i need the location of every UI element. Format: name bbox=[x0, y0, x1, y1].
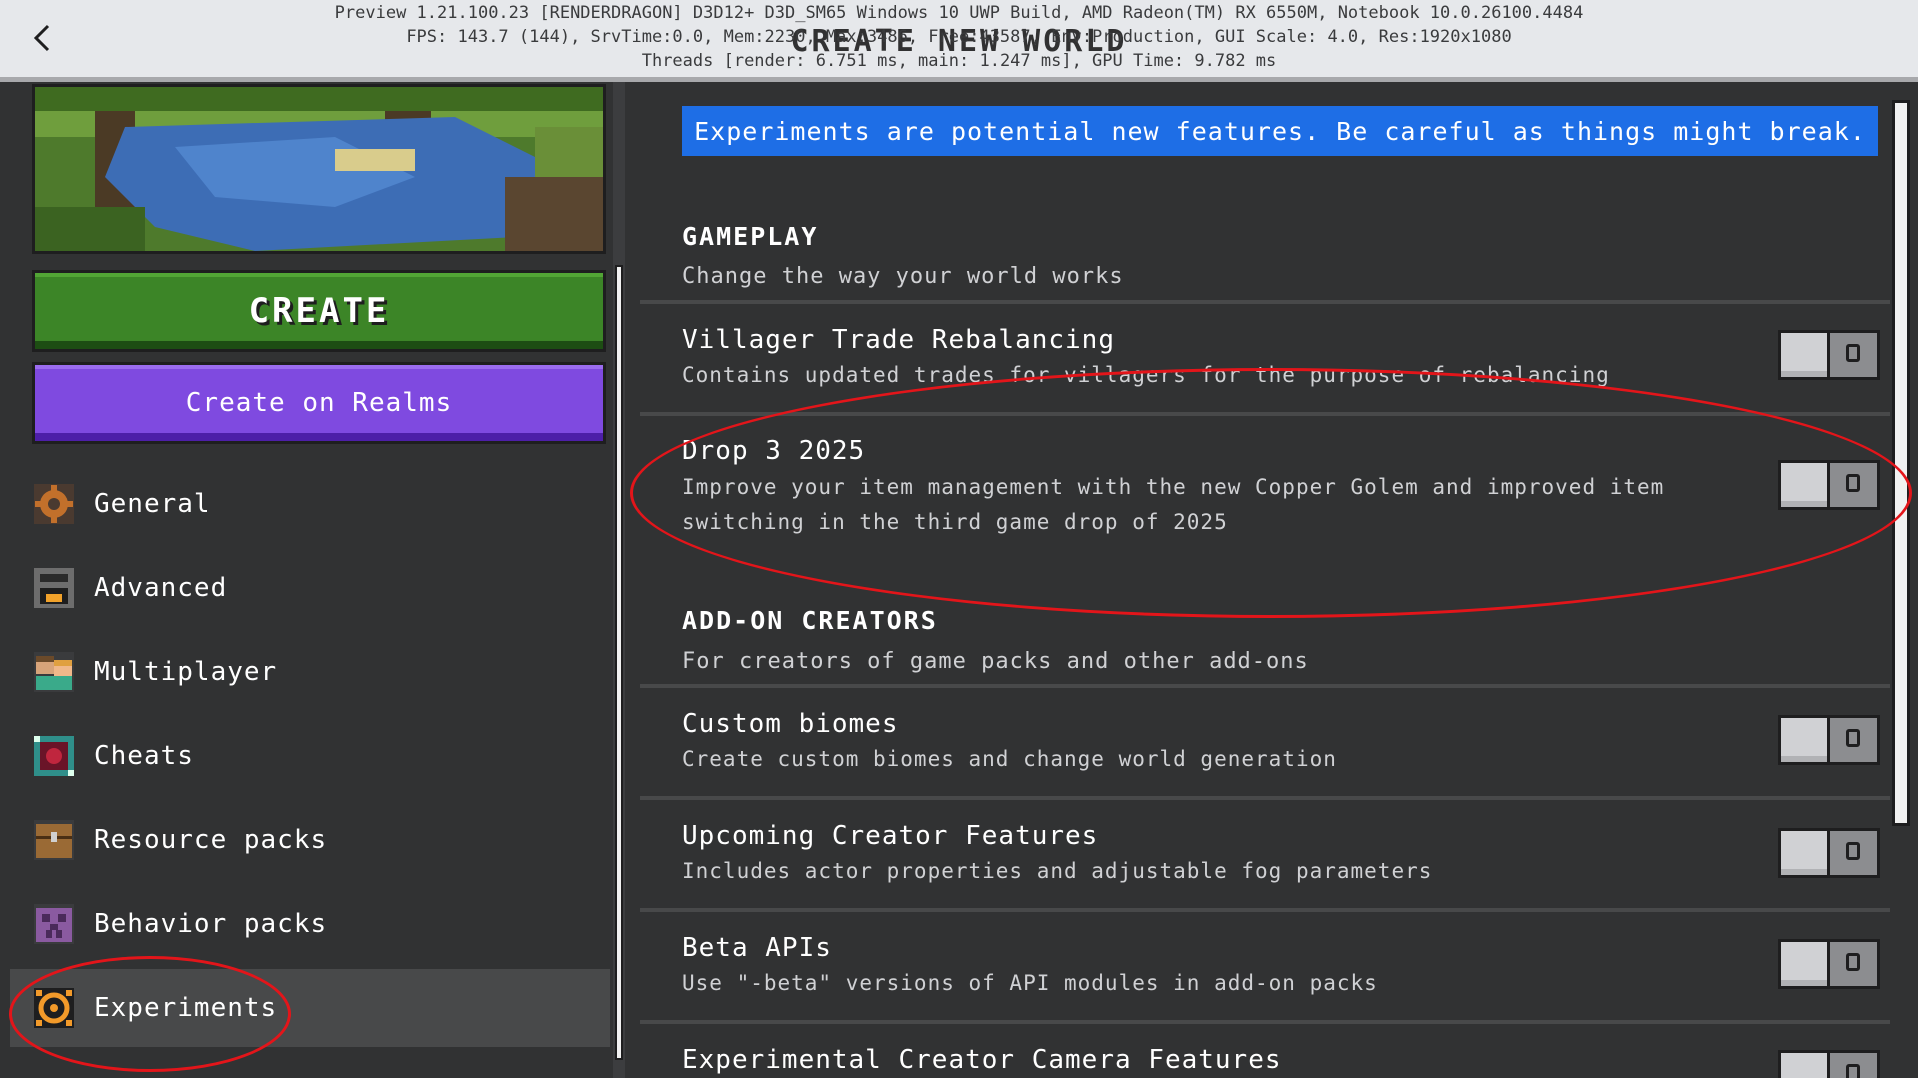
setting-row-custom-biomes bbox=[640, 684, 1892, 798]
experiments-warning-banner: Experiments are potential new features. … bbox=[682, 106, 1878, 156]
chest-icon bbox=[32, 818, 76, 862]
top-bar: CREATE NEW WORLD Preview 1.21.100.23 [RE… bbox=[0, 0, 1918, 82]
sidebar-item-advanced[interactable]: Advanced bbox=[10, 549, 610, 627]
setting-row-upcoming-creator-features bbox=[640, 796, 1892, 910]
players-icon bbox=[32, 650, 76, 694]
setting-row-villager-trade bbox=[640, 300, 1892, 414]
setting-title: Upcoming Creator Features bbox=[682, 821, 1099, 851]
setting-title: Drop 3 2025 bbox=[682, 436, 866, 466]
toggle-custom-biomes[interactable] bbox=[1778, 715, 1880, 765]
left-scrollbar-thumb[interactable] bbox=[615, 265, 623, 1060]
toggle-knob bbox=[1778, 330, 1830, 380]
furnace-icon bbox=[32, 566, 76, 610]
toggle-knob bbox=[1778, 460, 1830, 510]
toggle-beta-apis[interactable] bbox=[1778, 939, 1880, 989]
toggle-off-icon bbox=[1846, 953, 1860, 971]
sidebar-item-cheats[interactable]: Cheats bbox=[10, 717, 610, 795]
section-heading-addon-creators: ADD-ON CREATORS bbox=[682, 606, 938, 635]
setting-title: Villager Trade Rebalancing bbox=[682, 325, 1115, 355]
debug-info-line: Threads [render: 6.751 ms, main: 1.247 m… bbox=[641, 51, 1277, 71]
sidebar-item-label: Resource packs bbox=[94, 825, 328, 855]
toggle-knob bbox=[1778, 1050, 1830, 1078]
sidebar-item-label: Cheats bbox=[94, 741, 194, 771]
gear-icon bbox=[32, 482, 76, 526]
toggle-off-icon bbox=[1846, 1064, 1860, 1078]
setting-description: Contains updated trades for villagers fo… bbox=[682, 363, 1610, 387]
section-subtitle: Change the way your world works bbox=[682, 264, 1124, 289]
command-block-icon bbox=[32, 734, 76, 778]
setting-title: Beta APIs bbox=[682, 933, 832, 963]
sidebar-item-multiplayer[interactable]: Multiplayer bbox=[10, 633, 610, 711]
sidebar-item-label: Advanced bbox=[94, 573, 228, 603]
toggle-knob bbox=[1778, 715, 1830, 765]
sidebar-item-experiments[interactable]: Experiments bbox=[10, 969, 610, 1047]
section-subtitle: For creators of game packs and other add… bbox=[682, 649, 1309, 674]
toggle-villager-trade-rebalancing[interactable] bbox=[1778, 330, 1880, 380]
setting-description: Use "-beta" versions of API modules in a… bbox=[682, 971, 1378, 995]
sidebar-item-label: Behavior packs bbox=[94, 909, 328, 939]
sidebar-item-resource-packs[interactable]: Resource packs bbox=[10, 801, 610, 879]
setting-title: Experimental Creator Camera Features bbox=[682, 1045, 1282, 1075]
creeper-icon bbox=[32, 902, 76, 946]
toggle-off-icon bbox=[1846, 842, 1860, 860]
sidebar-item-behavior-packs[interactable]: Behavior packs bbox=[10, 885, 610, 963]
toggle-off-icon bbox=[1846, 474, 1860, 492]
toggle-drop-3-2025[interactable] bbox=[1778, 460, 1880, 510]
debug-info-line: Preview 1.21.100.23 [RENDERDRAGON] D3D12… bbox=[334, 3, 1584, 23]
setting-row-beta-apis bbox=[640, 908, 1892, 1022]
sidebar-item-general[interactable]: General bbox=[10, 465, 610, 543]
setting-title: Custom biomes bbox=[682, 709, 899, 739]
experiments-icon bbox=[32, 986, 76, 1030]
toggle-knob bbox=[1778, 939, 1830, 989]
sidebar-item-label: General bbox=[94, 489, 211, 519]
right-scrollbar-thumb[interactable] bbox=[1892, 100, 1910, 826]
create-on-realms-button[interactable]: Create on Realms bbox=[32, 362, 606, 444]
world-preview-image bbox=[32, 84, 606, 254]
setting-description: Includes actor properties and adjustable… bbox=[682, 859, 1433, 883]
sidebar-item-label: Multiplayer bbox=[94, 657, 278, 687]
setting-description: Improve your item management with the ne… bbox=[682, 475, 1665, 534]
toggle-experimental-creator-camera[interactable] bbox=[1778, 1050, 1880, 1078]
toggle-off-icon bbox=[1846, 344, 1860, 362]
create-button[interactable]: CREATE bbox=[32, 270, 606, 352]
debug-info-line: FPS: 143.7 (144), SrvTime:0.0, Mem:2230,… bbox=[406, 27, 1512, 47]
toggle-knob bbox=[1778, 828, 1830, 878]
section-heading-gameplay: GAMEPLAY bbox=[682, 222, 819, 251]
toggle-off-icon bbox=[1846, 729, 1860, 747]
sidebar-item-label: Experiments bbox=[94, 993, 278, 1023]
setting-description: Create custom biomes and change world ge… bbox=[682, 747, 1337, 771]
toggle-upcoming-creator-features[interactable] bbox=[1778, 828, 1880, 878]
